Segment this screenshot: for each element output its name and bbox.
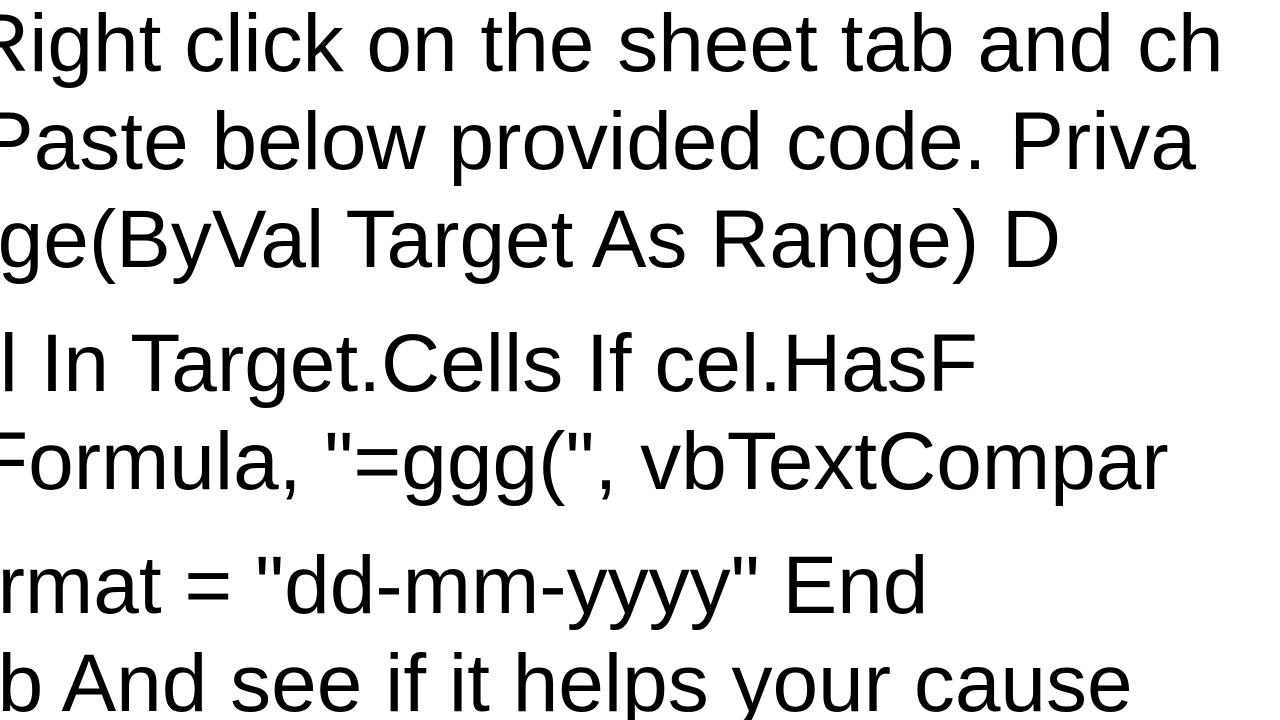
- text-line-1: Right click on the sheet tab and ch: [0, 0, 1224, 93]
- text-fragment: Right click on the sheet tab and ch Past…: [0, 0, 1280, 720]
- text-line-4: el In Target.Cells If cel.HasF: [0, 316, 978, 413]
- text-line-7: ub And see if it helps your cause: [0, 636, 1133, 720]
- text-line-5: Formula, "=ggg(", vbTextCompar: [0, 414, 1169, 511]
- text-line-6: ormat = "dd-mm-yyyy" End: [0, 538, 928, 635]
- text-line-3: nge(ByVal Target As Range) D: [0, 192, 1061, 289]
- text-line-2: Paste below provided code. Priva: [0, 94, 1196, 191]
